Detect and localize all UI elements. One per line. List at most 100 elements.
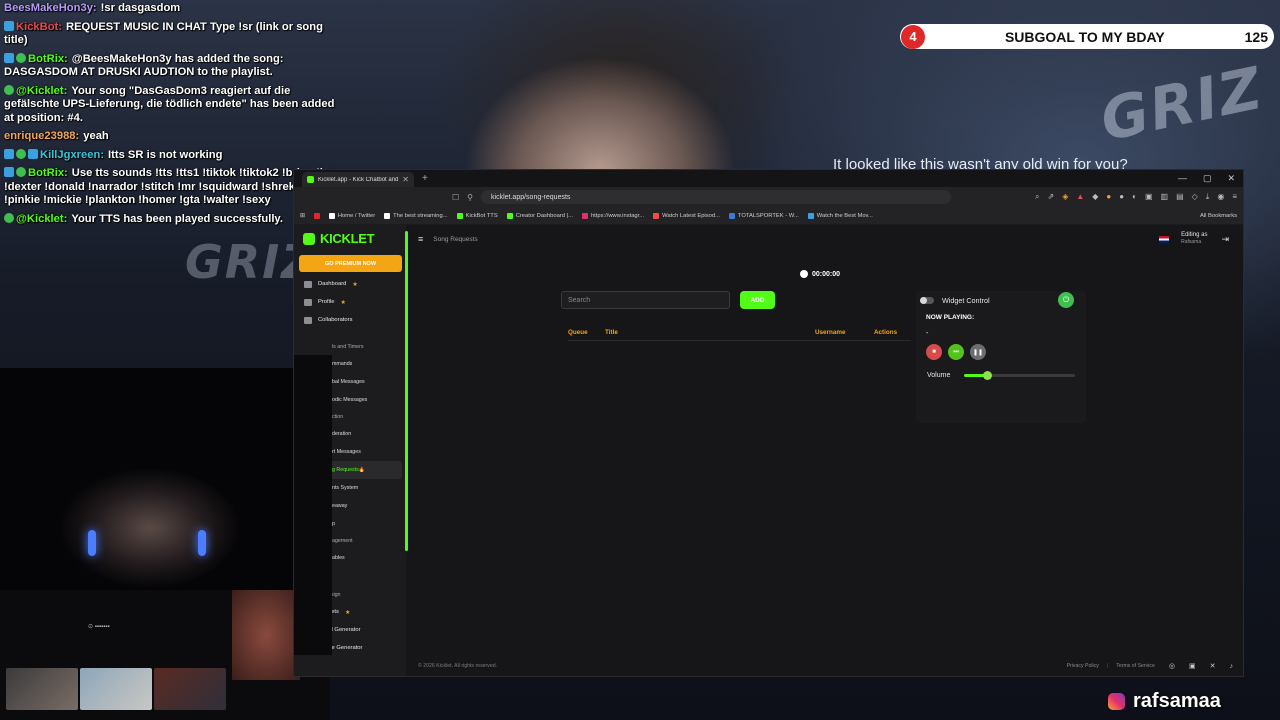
chat-text: Itts SR is not working [108, 148, 223, 161]
pause-button[interactable]: ❚❚ [970, 344, 986, 360]
language-flag-icon[interactable] [1159, 235, 1170, 243]
sidebar-item-label: g Requests [332, 467, 359, 473]
discord-icon[interactable]: ◎ [1169, 662, 1175, 670]
sidebar-item[interactable]: Collaborators [294, 311, 406, 329]
editing-as[interactable]: Editing as Rafsama [1181, 232, 1207, 246]
top-bar: ≡ Song Requests Editing as Rafsama ⇥ [408, 225, 1243, 253]
profile-icon[interactable]: ◉ [1217, 192, 1224, 202]
apps-icon[interactable]: ⊞ [300, 213, 305, 219]
extension-icon[interactable]: ● [1119, 192, 1124, 202]
sidebar-item-label: eaway [332, 503, 348, 509]
vpn-icon[interactable]: ◇ [1192, 192, 1198, 202]
close-tab-icon[interactable]: ✕ [402, 175, 409, 184]
logout-icon[interactable]: ⇥ [1221, 234, 1229, 245]
sidebar-item-label: Collaborators [318, 317, 353, 323]
bookmark-label: Watch the Best Mov... [816, 212, 873, 219]
chat-username: enrique23988: [4, 130, 80, 142]
bookmark-favicon-icon [328, 212, 335, 219]
bookmark-star-icon[interactable]: ☐ [452, 193, 459, 202]
extension-icon[interactable]: ● [1106, 192, 1111, 202]
chat-badge-icon [4, 212, 14, 223]
bookmark-item[interactable]: TOTALSPORTEK - W... [728, 212, 799, 219]
sidebar-item-label: deration [332, 431, 352, 437]
video-thumbnail [80, 668, 152, 710]
sidebar-item-label: ction [332, 414, 344, 420]
share-icon[interactable]: ⇗ [1047, 192, 1054, 202]
menu-icon[interactable]: ≡ [1232, 192, 1237, 202]
chat-badge-icon [4, 20, 14, 31]
sidebar-item-label: agement [332, 538, 353, 544]
premium-star-icon: ★ [340, 299, 346, 306]
rgb-light [88, 530, 96, 556]
download-icon[interactable]: ⤓ [1206, 192, 1210, 202]
chat-badge-icon [28, 148, 38, 159]
x-twitter-icon[interactable]: ✕ [1210, 662, 1216, 670]
bookmark-label: Home / Twitter [337, 212, 376, 219]
tiktok-icon[interactable]: ♪ [1230, 663, 1234, 670]
extension-icon[interactable]: ◐ [1132, 192, 1137, 202]
minimize-icon[interactable]: — [1178, 173, 1187, 184]
privacy-policy-link[interactable]: Privacy Policy [1067, 663, 1099, 669]
browser-tab[interactable]: Kicklet.app - Kick Chatbot and C ✕ [302, 172, 414, 187]
subgoal-count-badge: 4 [901, 24, 925, 49]
bookmarks-bar: ⊞ Home / Twitter The best streaming... Kic… [294, 207, 1243, 224]
brave-shield-icon[interactable]: ◈ [1062, 192, 1068, 202]
nav-icon [304, 316, 312, 324]
sidebar-item[interactable]: Profile ★ [294, 293, 406, 311]
add-song-button[interactable]: ADD [740, 291, 775, 309]
site-info-icon[interactable]: ⚲ [467, 193, 473, 202]
fire-icon: 🔥 [358, 467, 366, 473]
chat-message: BotRix: @BeesMakeHon3y has added the song… [4, 52, 344, 80]
bookmark-label: The best streaming... [393, 212, 448, 219]
brave-rewards-icon[interactable]: ▲ [1076, 192, 1084, 202]
chat-username: KickBot: [16, 20, 62, 33]
bookmark-item[interactable]: Watch the Best Mov... [807, 212, 873, 219]
extension-icon[interactable]: ◆ [1092, 192, 1098, 202]
wallet-icon[interactable]: ▤ [1176, 192, 1184, 202]
power-icon[interactable]: ⏻ [1058, 292, 1074, 308]
sidebar-item[interactable]: Dashboard ★ [294, 275, 406, 293]
all-bookmarks-button[interactable]: All Bookmarks [1200, 213, 1237, 219]
subgoal-bar: 4 SUBGOAL TO MY BDAY 125 [900, 24, 1274, 49]
widget-toggle[interactable] [920, 296, 934, 304]
bookmark-item[interactable]: Creator Dashboard |... [506, 212, 573, 219]
song-search-input[interactable]: Search [561, 291, 730, 309]
song-timer: 00:00:00 [800, 270, 840, 278]
stop-button[interactable]: ■ [926, 344, 942, 360]
chat-username: BotRix: [28, 52, 68, 65]
social-handle: rafsamaa [1108, 690, 1221, 713]
hamburger-menu-icon[interactable]: ≡ [418, 234, 423, 244]
go-premium-button[interactable]: GO PREMIUM NOW [299, 255, 402, 272]
chat-message: KickBot: REQUEST MUSIC IN CHAT Type !sr (… [4, 20, 344, 48]
terms-link[interactable]: Terms of Service [1116, 663, 1155, 669]
volume-slider[interactable] [964, 371, 1076, 380]
bookmark-item[interactable]: Watch Latest Episod... [653, 212, 720, 219]
skip-button[interactable]: ⏭ [948, 344, 964, 360]
zoom-icon[interactable]: ⌕ [1035, 192, 1039, 202]
nav-icon [304, 298, 312, 306]
close-window-icon[interactable]: ✕ [1227, 173, 1235, 184]
bookmark-item[interactable]: KickBot TTS [456, 212, 498, 219]
sidebar-scrollbar[interactable] [405, 231, 408, 551]
bookmark-item[interactable]: The best streaming... [384, 212, 448, 219]
editing-as-label: Editing as [1181, 232, 1208, 238]
chat-username: @Kicklet: [16, 212, 68, 225]
bookmark-item[interactable]: https://www.instagr... [581, 212, 644, 219]
column-actions: Actions [874, 329, 898, 336]
maximize-icon[interactable]: ▢ [1203, 173, 1212, 184]
url-field[interactable]: kicklet.app/song-requests [481, 190, 952, 204]
now-playing-song: - [926, 330, 929, 337]
new-tab-icon[interactable]: + [422, 173, 428, 184]
extension-icon[interactable]: ▣ [1145, 192, 1153, 202]
queue-table-header: Queue Title Username Actions [568, 327, 911, 341]
youtube-icon[interactable] [313, 212, 320, 219]
chat-badge-icon [16, 167, 26, 177]
bookmark-favicon-icon [807, 212, 814, 219]
column-username: Username [815, 329, 846, 336]
bookmark-item[interactable]: Home / Twitter [328, 212, 376, 219]
volume-control: Volume [927, 371, 1086, 380]
volume-knob[interactable] [982, 371, 992, 380]
kick-icon[interactable]: ▣ [1189, 662, 1196, 670]
kicklet-logo[interactable]: KICKLET [303, 231, 406, 246]
sidebar-icon[interactable]: ▥ [1161, 192, 1169, 202]
